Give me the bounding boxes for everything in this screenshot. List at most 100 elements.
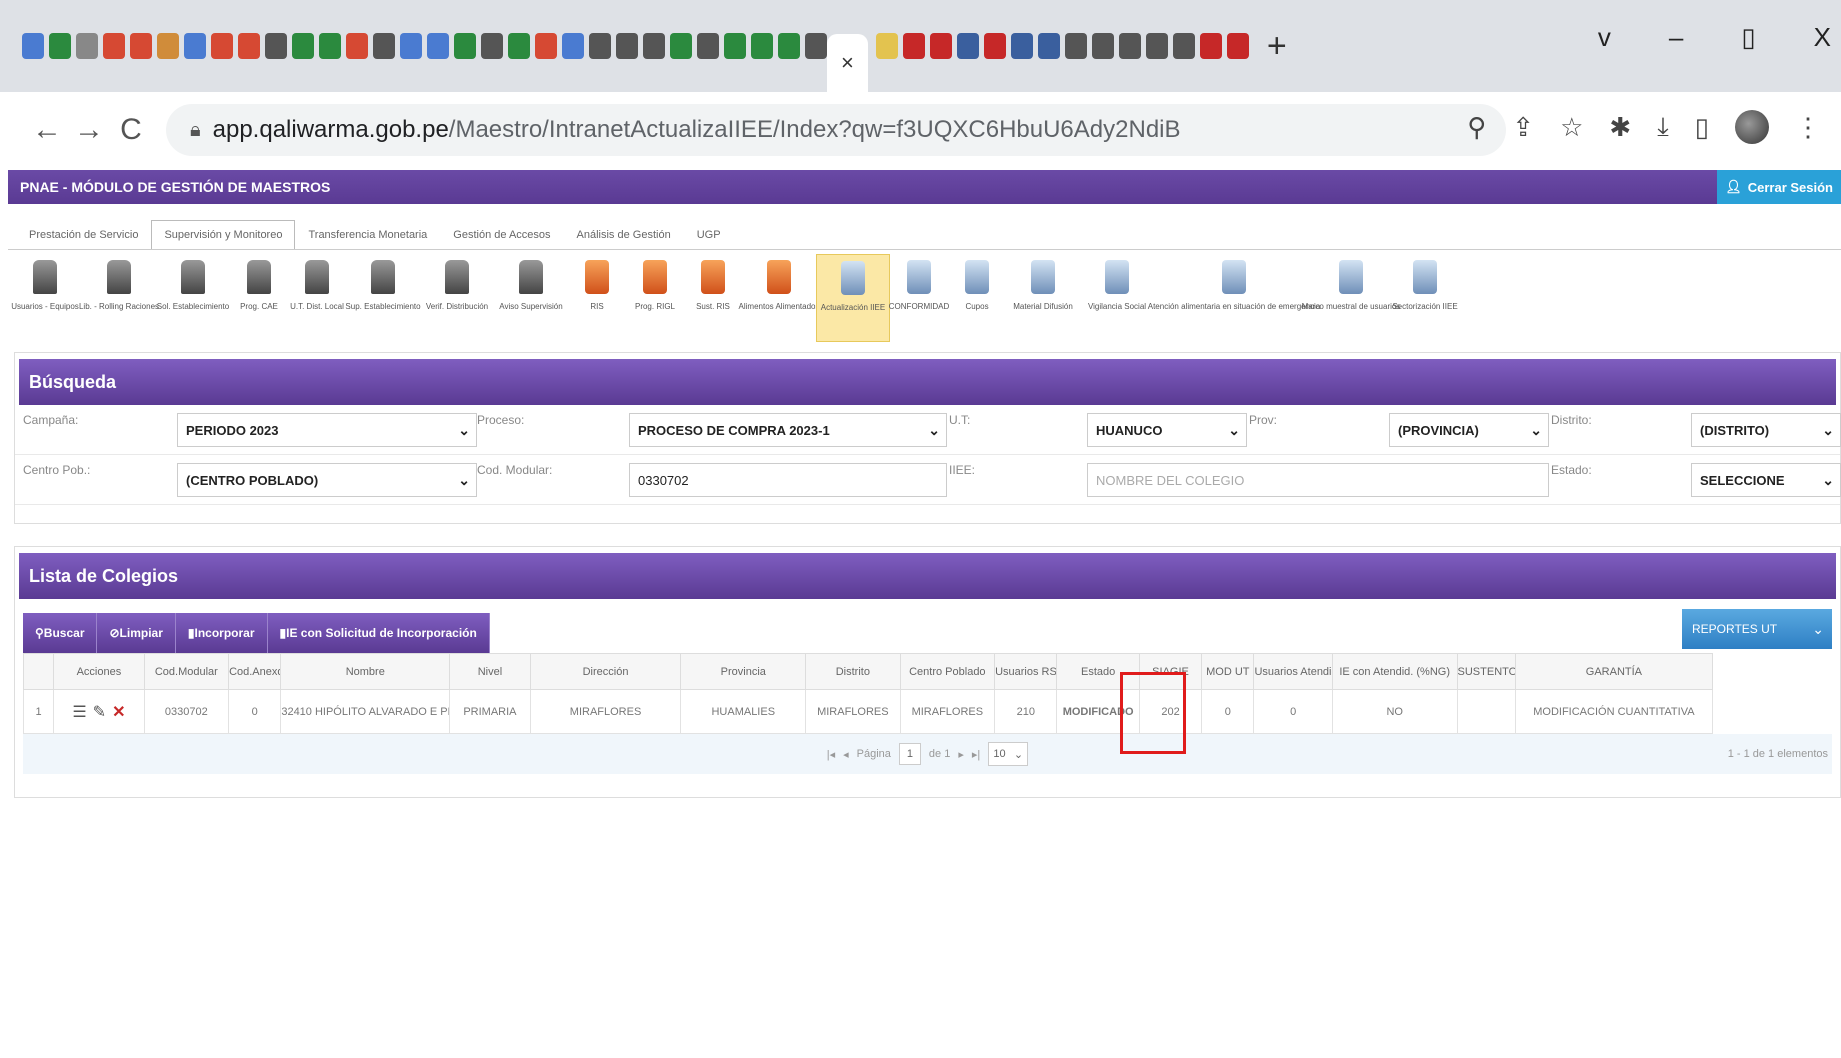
globe-icon[interactable] xyxy=(724,33,746,59)
ie-con-solicitud-de-incorporaci-nbutton[interactable]: ▮ IE con Solicitud de Incorporación xyxy=(267,613,490,653)
district-select[interactable]: (DISTRITO) ⌄ xyxy=(1691,413,1841,447)
leaf-icon[interactable] xyxy=(400,33,422,59)
c-icon[interactable] xyxy=(902,33,925,59)
ut-select[interactable]: HUANUCO ⌄ xyxy=(1087,413,1247,447)
incorporarbutton[interactable]: ▮ Incorporar xyxy=(175,613,268,653)
logout-button[interactable]: 👤︎ Cerrar Sesión xyxy=(1717,170,1841,204)
module-icon-item[interactable]: U.T. Dist. Local xyxy=(288,254,346,342)
download-icon[interactable]: ⤓ xyxy=(1657,111,1669,143)
c-icon[interactable] xyxy=(1226,33,1249,59)
reports-dropdown[interactable]: REPORTES UT ⌄ xyxy=(1682,609,1832,649)
store-icon[interactable] xyxy=(22,33,44,59)
globe-icon[interactable] xyxy=(1145,33,1168,59)
module-icon-item[interactable]: Atención alimentaria en situación de eme… xyxy=(1148,254,1320,342)
module-icon-item[interactable]: Sup. Establecimiento xyxy=(345,254,421,342)
extensions-icon[interactable]: ✱ xyxy=(1609,112,1631,143)
dash-icon[interactable] xyxy=(211,33,233,59)
list-icon[interactable]: ☰ xyxy=(72,702,86,722)
menu-tab-5[interactable]: UGP xyxy=(684,220,734,249)
last-page-button[interactable]: ▸| xyxy=(972,748,980,761)
maximize-button[interactable]: ▯ xyxy=(1741,22,1755,53)
mountain-icon[interactable] xyxy=(1010,33,1033,59)
status-select[interactable]: SELECCIONE ⌄ xyxy=(1691,463,1841,497)
prev-page-button[interactable]: ◂ xyxy=(843,748,849,761)
mountain-icon[interactable] xyxy=(1037,33,1060,59)
globe-icon[interactable] xyxy=(589,33,611,59)
bookmark-star-icon[interactable]: ☆ xyxy=(1560,112,1583,143)
module-icon-item[interactable]: RIS xyxy=(568,254,626,342)
active-tab[interactable]: × xyxy=(827,34,868,92)
page-number-input[interactable]: 1 xyxy=(898,743,921,765)
doc-icon[interactable] xyxy=(319,33,341,59)
app-icon[interactable] xyxy=(157,33,179,59)
limpiarbutton[interactable]: ⊘ Limpiar xyxy=(97,613,176,653)
modular-code-input[interactable]: 0330702 xyxy=(629,463,947,497)
province-select[interactable]: (PROVINCIA) ⌄ xyxy=(1389,413,1549,447)
menu-tab-4[interactable]: Análisis de Gestión xyxy=(564,220,684,249)
globe-icon[interactable] xyxy=(1118,33,1141,59)
module-icon-item[interactable]: Cupos xyxy=(948,254,1006,342)
share-icon[interactable]: ⇪ xyxy=(1512,112,1534,143)
heart-icon[interactable] xyxy=(130,33,152,59)
globe-icon[interactable] xyxy=(373,33,395,59)
sidepanel-icon[interactable]: ▯ xyxy=(1695,112,1709,143)
module-icon-item[interactable]: Aviso Supervisión xyxy=(494,254,568,342)
module-icon-item[interactable]: Material Difusión xyxy=(1006,254,1080,342)
module-icon-item[interactable]: Alimentos Alimentados xyxy=(739,254,819,342)
windows-icon[interactable] xyxy=(49,33,71,59)
globe-icon[interactable] xyxy=(643,33,665,59)
reload-button[interactable]: C xyxy=(110,113,152,147)
globe-icon[interactable] xyxy=(265,33,287,59)
module-icon-item[interactable]: CONFORMIDAD xyxy=(889,254,949,342)
new-tab-button[interactable]: + xyxy=(1267,27,1287,66)
module-icon-item[interactable]: Vigilancia Social xyxy=(1080,254,1154,342)
module-icon-item[interactable]: Marco muestral de usuarios xyxy=(1302,254,1400,342)
menu-dots-icon[interactable]: ⋮ xyxy=(1795,112,1821,143)
close-window-button[interactable]: X xyxy=(1814,22,1831,53)
search-icon[interactable] xyxy=(562,33,584,59)
delete-icon[interactable]: ✕ xyxy=(112,702,125,722)
globe-icon[interactable] xyxy=(481,33,503,59)
table-row[interactable]: 1☰✎✕0330702032410 HIPÓLITO ALVARADO E PR… xyxy=(22,689,1714,734)
menu-tab-0[interactable]: Prestación de Servicio xyxy=(16,220,151,249)
village-select[interactable]: (CENTRO POBLADO) ⌄ xyxy=(177,463,477,497)
doc-icon[interactable] xyxy=(751,33,773,59)
office-icon[interactable] xyxy=(103,33,125,59)
heart-icon[interactable] xyxy=(535,33,557,59)
mountain-icon[interactable] xyxy=(956,33,979,59)
module-icon-item[interactable]: Sust. RIS xyxy=(684,254,742,342)
module-icon-item[interactable]: Sectorización IIEE xyxy=(1388,254,1462,342)
globe-icon[interactable] xyxy=(697,33,719,59)
first-page-button[interactable]: |◂ xyxy=(827,748,835,761)
forward-button[interactable]: → xyxy=(68,113,110,147)
close-icon[interactable]: × xyxy=(841,50,854,76)
doc-icon[interactable] xyxy=(778,33,800,59)
doc-icon[interactable] xyxy=(670,33,692,59)
module-icon-item[interactable]: Sol. Establecimiento xyxy=(156,254,230,342)
globe-icon[interactable] xyxy=(1091,33,1114,59)
edit-icon[interactable]: ✎ xyxy=(93,702,106,722)
menu-tab-3[interactable]: Gestión de Accesos xyxy=(440,220,563,249)
module-icon-item[interactable]: Lib. - Rolling Raciones xyxy=(79,254,159,342)
page-icon[interactable] xyxy=(238,33,260,59)
page-size-select[interactable]: 10 ⌄ xyxy=(988,742,1029,766)
module-icon-item[interactable]: Verif. Distribución xyxy=(420,254,494,342)
url-input[interactable]: 🔒︎ app.qaliwarma.gob.pe/Maestro/Intranet… xyxy=(166,104,1506,156)
search-icon[interactable] xyxy=(427,33,449,59)
buscarbutton[interactable]: ⚲ Buscar xyxy=(23,613,98,653)
avatar[interactable] xyxy=(1735,110,1769,144)
mail-icon[interactable] xyxy=(76,33,98,59)
globe-icon[interactable] xyxy=(616,33,638,59)
app-icon[interactable] xyxy=(875,33,898,59)
zoom-icon[interactable]: ⚲ xyxy=(1467,112,1486,143)
c-icon[interactable] xyxy=(1199,33,1222,59)
module-icon-item[interactable]: Prog. CAE xyxy=(230,254,288,342)
parens-icon[interactable] xyxy=(983,33,1006,59)
doc-icon[interactable] xyxy=(508,33,530,59)
menu-tab-2[interactable]: Transferencia Monetaria xyxy=(295,220,440,249)
globe-icon[interactable] xyxy=(1064,33,1087,59)
menu-tab-1[interactable]: Supervisión y Monitoreo xyxy=(151,220,296,249)
leaf-icon[interactable] xyxy=(184,33,206,59)
next-page-button[interactable]: ▸ xyxy=(958,748,964,761)
campaign-select[interactable]: PERIODO 2023 ⌄ xyxy=(177,413,477,447)
